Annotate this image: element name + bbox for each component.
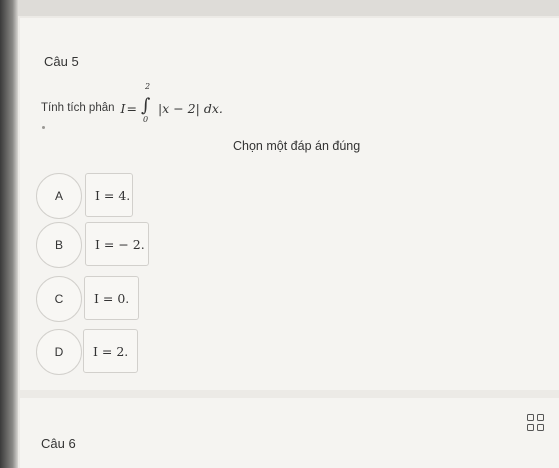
option-b[interactable]: B I = − 2. (36, 222, 156, 268)
option-a-answer[interactable]: I = 4. (85, 173, 133, 217)
question-stem: Tính tích phân I = 2 ∫ 0 |x − 2| dx. (41, 82, 223, 126)
integral-sign: ∫ (140, 95, 151, 116)
option-a-letter[interactable]: A (36, 173, 82, 219)
answer-prompt: Chọn một đáp án đúng (233, 139, 361, 153)
integral-formula: I = 2 ∫ 0 |x − 2| dx. (120, 82, 223, 126)
option-b-letter[interactable]: B (36, 222, 82, 268)
option-b-answer[interactable]: I = − 2. (85, 222, 149, 266)
option-c[interactable]: C I = 0. (36, 276, 156, 322)
option-d-letter[interactable]: D (36, 329, 82, 375)
stray-dot (42, 126, 45, 129)
upper-limit: 2 (144, 82, 151, 91)
option-a[interactable]: A I = 4. (36, 173, 156, 219)
integrand: |x − 2| (157, 100, 200, 116)
formula-lhs: I (120, 100, 126, 116)
question-number: Câu 5 (44, 54, 79, 69)
option-c-letter[interactable]: C (36, 276, 82, 322)
integral-symbol: 2 ∫ 0 (140, 82, 153, 126)
option-d[interactable]: D I = 2. (36, 329, 156, 375)
stem-text: Tính tích phân (41, 102, 115, 114)
grid-icon[interactable] (527, 414, 545, 432)
next-question-card (20, 398, 559, 468)
formula-equals: = (126, 100, 137, 116)
top-bar (0, 0, 559, 16)
left-edge-shadow (0, 0, 18, 468)
lower-limit: 0 (142, 115, 149, 124)
differential: dx. (203, 100, 223, 116)
option-c-answer[interactable]: I = 0. (84, 276, 139, 320)
next-question-number: Câu 6 (41, 436, 76, 451)
option-d-answer[interactable]: I = 2. (83, 329, 138, 373)
